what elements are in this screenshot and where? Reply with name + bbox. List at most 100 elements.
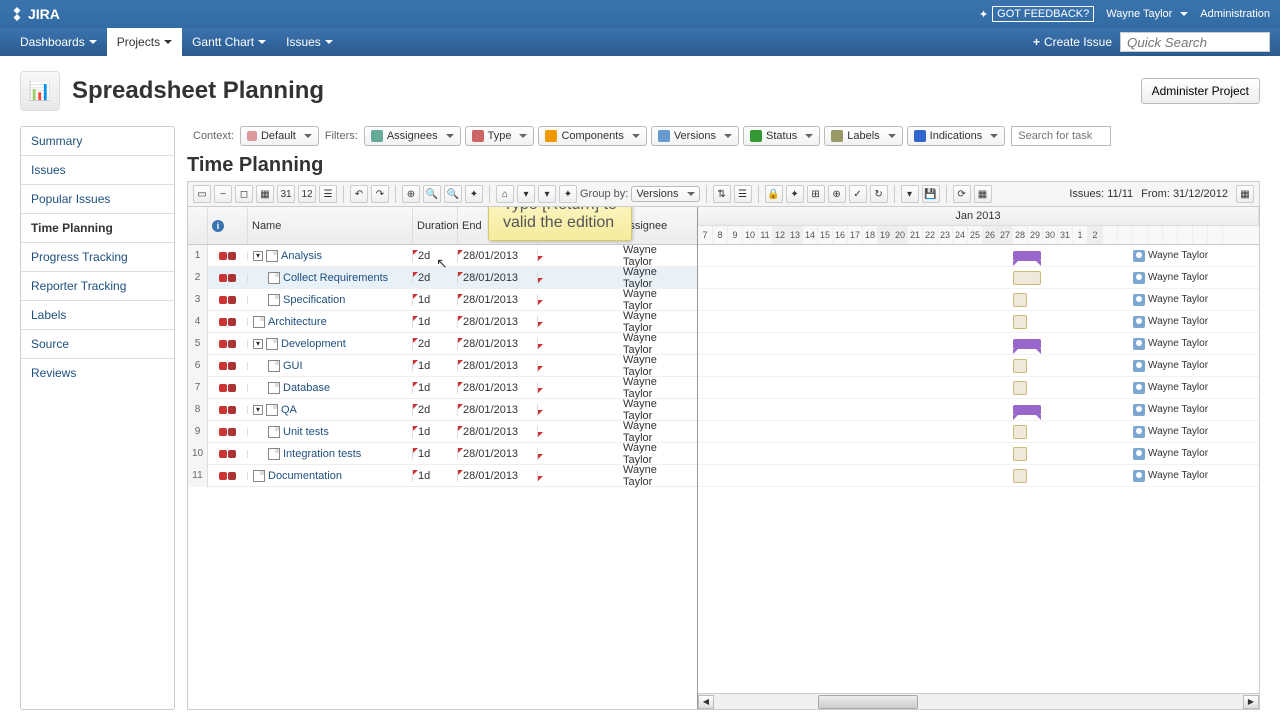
assignee-cell[interactable]: Wayne Taylor (618, 266, 693, 290)
filter-type[interactable]: Type (465, 126, 535, 146)
filter-tool-button[interactable]: ▾ (901, 185, 919, 203)
end-cell[interactable]: 28/01/2013 (458, 250, 538, 262)
filter-assignees[interactable]: Assignees (364, 126, 461, 146)
task-name[interactable]: Development (281, 338, 346, 350)
end-cell[interactable]: 28/01/2013 (458, 294, 538, 306)
tool-btn-4[interactable]: ▦ (256, 185, 274, 203)
refresh-button[interactable]: ⟳ (953, 185, 971, 203)
lock-button[interactable]: 🔒 (765, 185, 783, 203)
task-name[interactable]: Specification (283, 294, 345, 306)
end-cell[interactable]: 28/01/2013 (458, 404, 538, 416)
redo-button[interactable]: ↷ (371, 185, 389, 203)
duration-cell[interactable]: 1d (413, 316, 458, 328)
col-duration-header[interactable]: Duration (413, 207, 458, 244)
tool-btn-nav1[interactable]: ▾ (517, 185, 535, 203)
nav-dashboards[interactable]: Dashboards (10, 28, 107, 56)
tool-btn-7[interactable]: ☰ (319, 185, 337, 203)
task-name[interactable]: GUI (283, 360, 303, 372)
duration-cell[interactable]: 1d (413, 294, 458, 306)
tree-toggle-icon[interactable]: ▾ (253, 251, 263, 261)
home-button[interactable]: ⌂ (496, 185, 514, 203)
gantt-bar[interactable] (1013, 339, 1041, 349)
end-cell[interactable]: 28/01/2013 (458, 338, 538, 350)
assignee-cell[interactable]: Wayne Taylor (618, 310, 693, 334)
scroll-thumb[interactable] (818, 695, 918, 709)
undo-button[interactable]: ↶ (350, 185, 368, 203)
assignee-cell[interactable]: Wayne Taylor (618, 398, 693, 422)
tool-btn-b2[interactable]: ⊞ (807, 185, 825, 203)
end-cell[interactable]: 28/01/2013 (458, 448, 538, 460)
assignee-cell[interactable]: Wayne Taylor (618, 464, 693, 488)
task-name[interactable]: Architecture (268, 316, 327, 328)
task-row[interactable]: 3Specification1d28/01/2013Wayne Taylor (188, 289, 697, 311)
assignee-cell[interactable]: Wayne Taylor (618, 244, 693, 268)
gantt-bar[interactable] (1013, 447, 1027, 461)
gantt-bar[interactable] (1013, 315, 1027, 329)
task-row[interactable]: 10Integration tests1d28/01/2013Wayne Tay… (188, 443, 697, 465)
tool-btn-5[interactable]: 31 (277, 185, 295, 203)
tree-toggle-icon[interactable]: ▾ (253, 339, 263, 349)
tool-btn-a1[interactable]: ⇅ (713, 185, 731, 203)
sidebar-item-reviews[interactable]: Reviews (21, 359, 174, 387)
tool-btn-b3[interactable]: ⊕ (828, 185, 846, 203)
duration-cell[interactable]: 1d (413, 448, 458, 460)
create-issue-button[interactable]: Create Issue (1033, 35, 1112, 49)
administer-project-button[interactable]: Administer Project (1141, 78, 1260, 104)
quick-search-input[interactable] (1120, 32, 1270, 52)
end-cell[interactable]: 28/01/2013 (458, 470, 538, 482)
tool-btn-6[interactable]: 12 (298, 185, 316, 203)
duration-cell[interactable]: 1d (413, 470, 458, 482)
tool-btn-b1[interactable]: ✦ (786, 185, 804, 203)
gantt-bar[interactable] (1013, 251, 1041, 261)
filter-components[interactable]: Components (538, 126, 646, 146)
assignee-cell[interactable]: Wayne Taylor (618, 354, 693, 378)
nav-issues[interactable]: Issues (276, 28, 343, 56)
sidebar-item-labels[interactable]: Labels (21, 301, 174, 330)
filter-labels[interactable]: Labels (824, 126, 902, 146)
assignee-cell[interactable]: Wayne Taylor (618, 420, 693, 444)
sidebar-item-progress-tracking[interactable]: Progress Tracking (21, 243, 174, 272)
scroll-right-button[interactable]: ▶ (1243, 695, 1259, 709)
jira-logo[interactable]: JIRA (10, 6, 60, 22)
task-name[interactable]: Database (283, 382, 330, 394)
tool-btn-c1[interactable]: ▦ (974, 185, 992, 203)
filter-status[interactable]: Status (743, 126, 820, 146)
end-cell[interactable]: 28/01/2013 (458, 360, 538, 372)
sidebar-item-issues[interactable]: Issues (21, 156, 174, 185)
save-tool-button[interactable]: 💾 (922, 185, 940, 203)
gantt-bar[interactable] (1013, 271, 1041, 285)
task-row[interactable]: 4Architecture1d28/01/2013Wayne Taylor (188, 311, 697, 333)
task-name[interactable]: Analysis (281, 250, 322, 262)
end-cell[interactable]: 28/01/2013 (458, 272, 538, 284)
duration-cell[interactable]: 2d (413, 338, 458, 350)
gantt-bar[interactable] (1013, 381, 1027, 395)
nav-gantt-chart[interactable]: Gantt Chart (182, 28, 276, 56)
zoom-fit-button[interactable]: ⊕ (402, 185, 420, 203)
assignee-cell[interactable]: Wayne Taylor (618, 288, 693, 312)
duration-cell[interactable]: 2d (413, 404, 458, 416)
tool-btn-a2[interactable]: ☰ (734, 185, 752, 203)
task-row[interactable]: 9Unit tests1d28/01/2013Wayne Taylor (188, 421, 697, 443)
tree-toggle-icon[interactable]: ▾ (253, 405, 263, 415)
gantt-bar[interactable] (1013, 469, 1027, 483)
date-picker-button[interactable]: ▦ (1236, 185, 1254, 203)
gantt-bar[interactable] (1013, 293, 1027, 307)
task-name[interactable]: Documentation (268, 470, 342, 482)
tool-btn-b4[interactable]: ✓ (849, 185, 867, 203)
task-name[interactable]: QA (281, 404, 297, 416)
task-row[interactable]: 11Documentation1d28/01/2013Wayne Taylor (188, 465, 697, 487)
zoom-in-button[interactable]: 🔍 (423, 185, 441, 203)
assignee-cell[interactable]: Wayne Taylor (618, 376, 693, 400)
zoom-out-button[interactable]: 🔍 (444, 185, 462, 203)
zoom-reset-button[interactable]: ✦ (465, 185, 483, 203)
end-cell[interactable]: 28/01/2013 (458, 426, 538, 438)
feedback-link[interactable]: ✦GOT FEEDBACK? (979, 6, 1094, 22)
gantt-bar[interactable] (1013, 359, 1027, 373)
col-name-header[interactable]: Name (248, 207, 413, 244)
tool-btn-b5[interactable]: ↻ (870, 185, 888, 203)
end-cell[interactable]: 28/01/2013 (458, 316, 538, 328)
groupby-dropdown[interactable]: Versions (631, 186, 699, 202)
gantt-bar[interactable] (1013, 425, 1027, 439)
task-name[interactable]: Integration tests (283, 448, 361, 460)
task-name[interactable]: Collect Requirements (283, 272, 388, 284)
